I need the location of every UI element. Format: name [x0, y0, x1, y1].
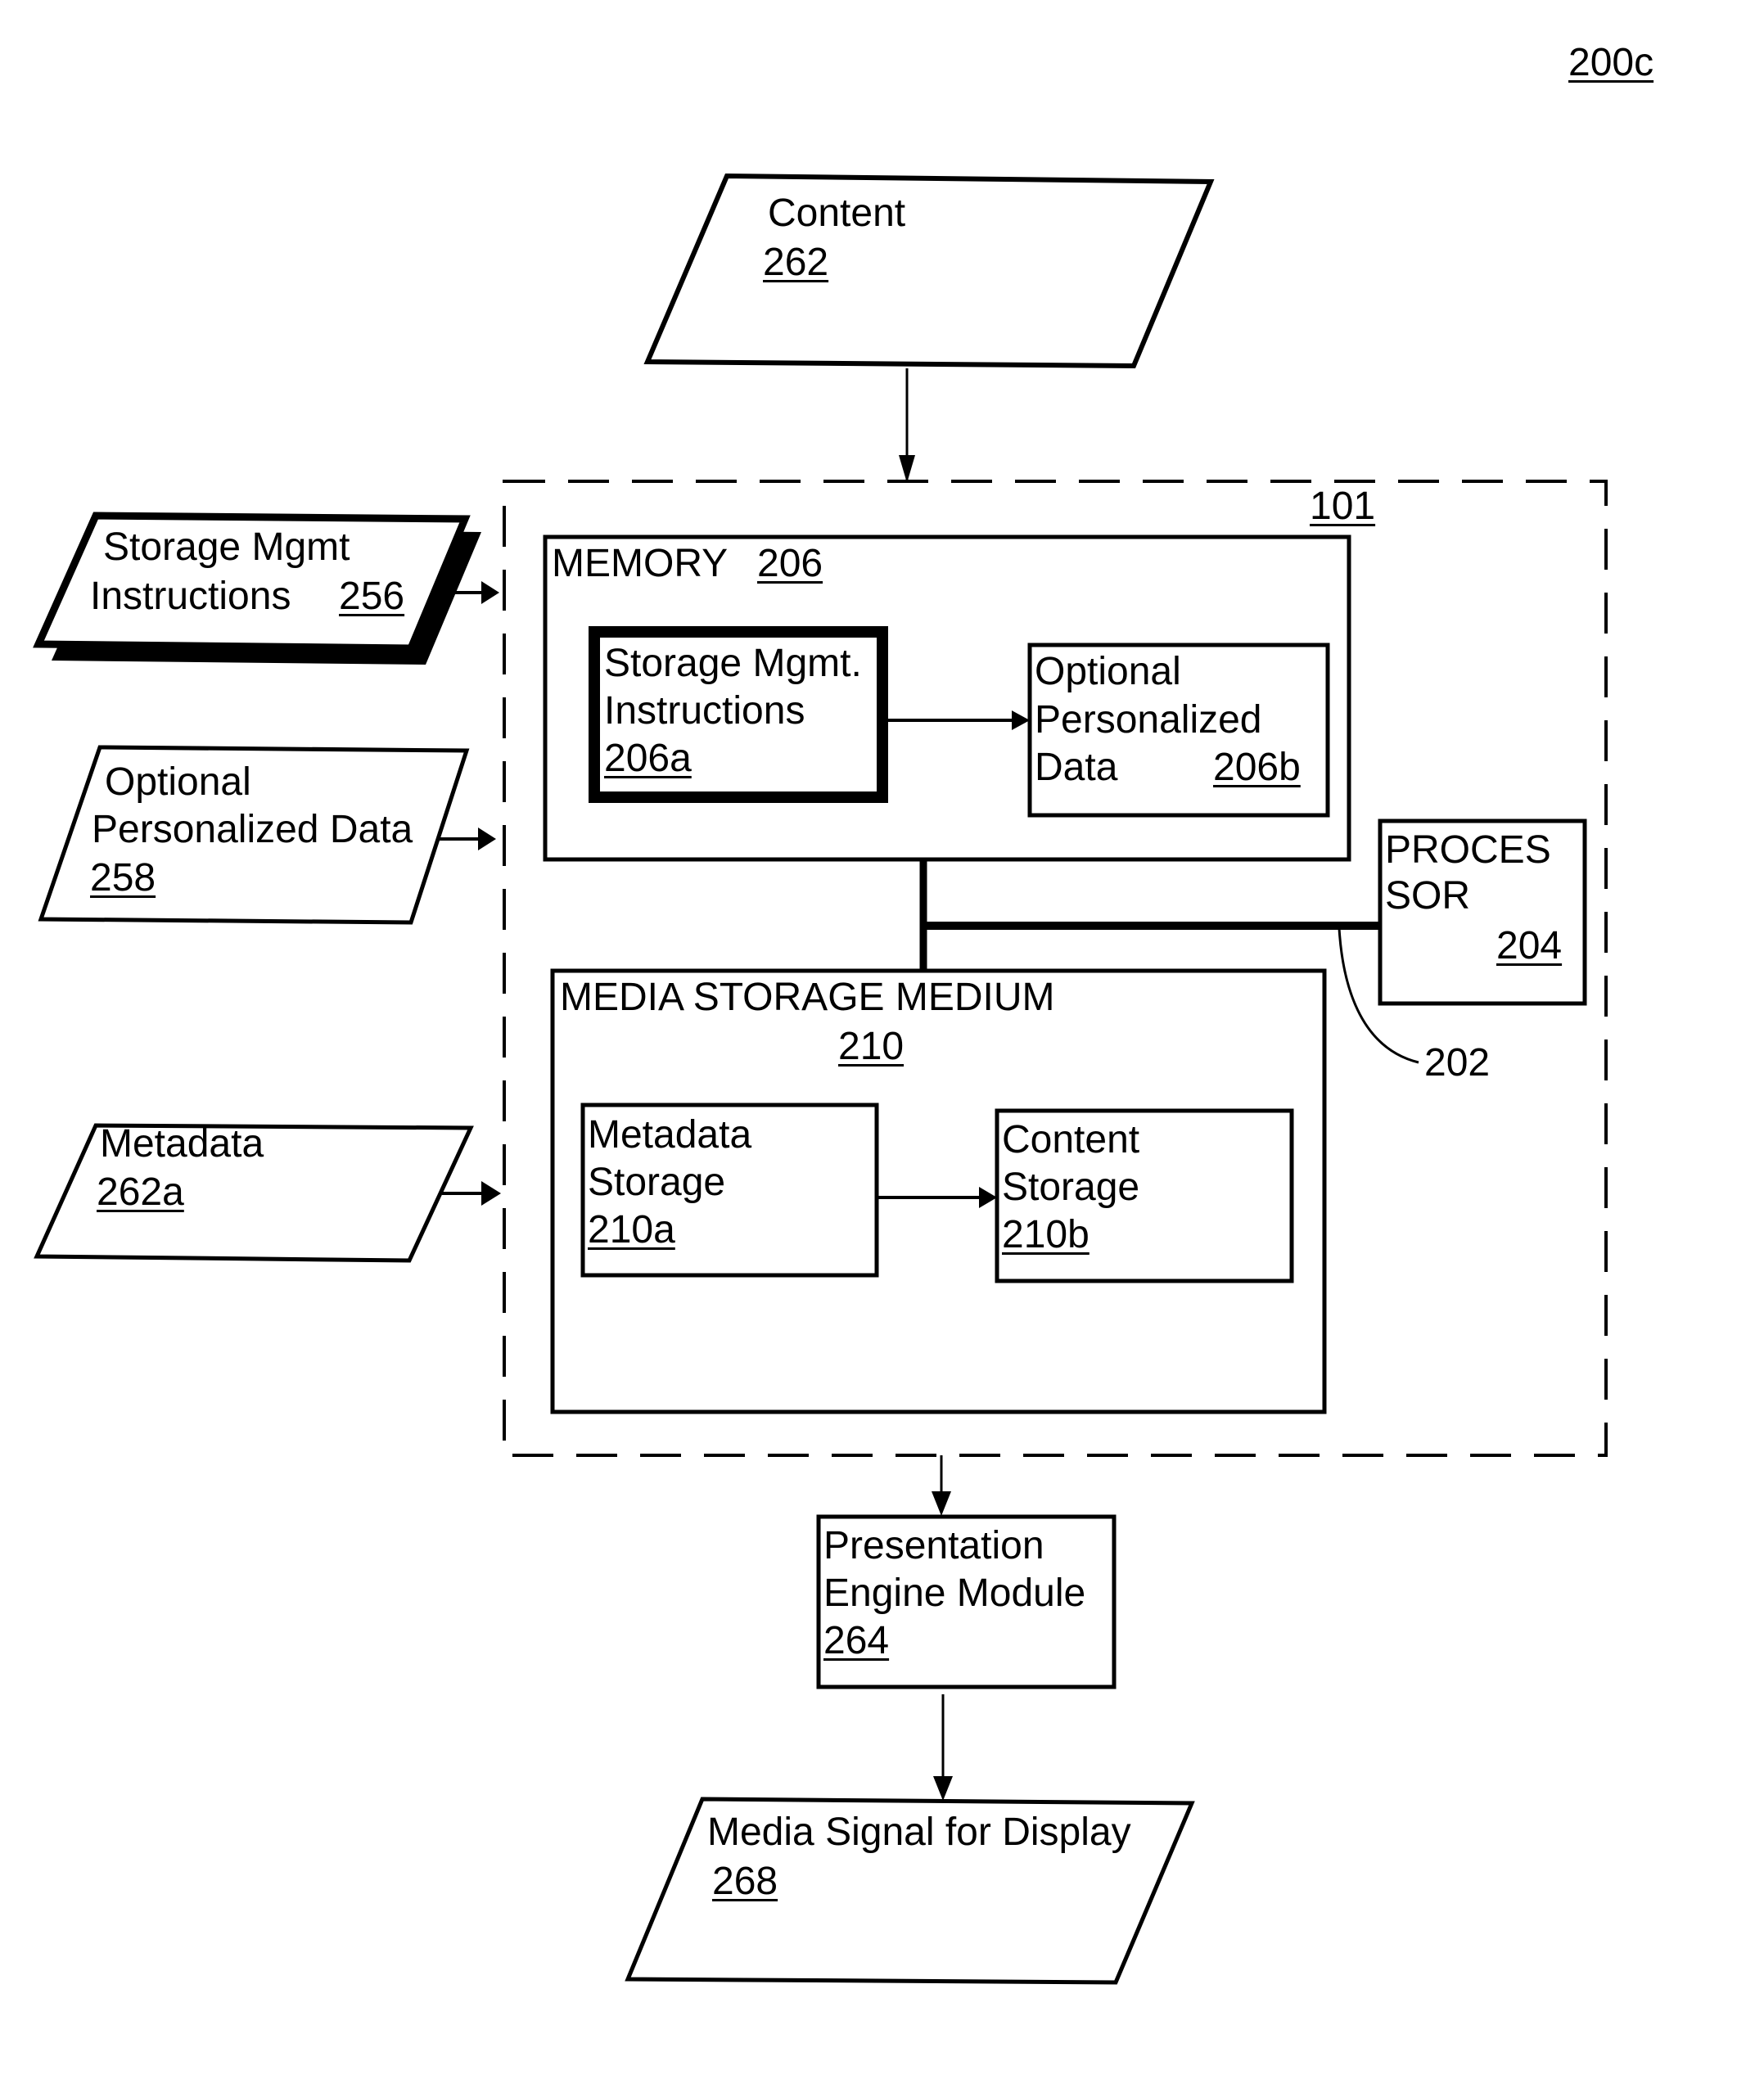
bus-ref: 202: [1424, 1041, 1491, 1085]
presentation-engine-line2: Engine Module: [823, 1572, 1086, 1615]
content-storage-line2: Storage: [1002, 1166, 1140, 1209]
metadata-storage-ref: 210a: [588, 1208, 675, 1251]
media-storage-medium-ref: 210: [838, 1025, 905, 1068]
content-storage-line1: Content: [1002, 1118, 1140, 1161]
storage-mgmt-input-ref: 256: [339, 575, 405, 618]
optional-data-input-line1: Optional: [105, 760, 251, 804]
storage-mgmt-instructions-line1: Storage Mgmt.: [604, 642, 862, 685]
memory-title: MEMORY: [552, 542, 729, 585]
media-signal-title: Media Signal for Display: [707, 1811, 1131, 1854]
metadata-input-ref: 262a: [97, 1170, 184, 1214]
media-signal-ref: 268: [712, 1860, 778, 1903]
memory-ref: 206: [757, 542, 823, 585]
media-storage-medium-title: MEDIA STORAGE MEDIUM: [560, 976, 1055, 1019]
processor-line2: SOR: [1385, 874, 1471, 918]
arrowhead-icon: [481, 1181, 501, 1206]
processor-line1: PROCES: [1385, 828, 1551, 872]
optional-personalized-data-line1: Optional: [1035, 650, 1181, 693]
metadata-input-title: Metadata: [100, 1122, 264, 1166]
content-parallelogram: [643, 173, 1215, 369]
presentation-engine-ref: 264: [823, 1619, 890, 1662]
storage-mgmt-input-line2: Instructions: [90, 575, 291, 618]
device-ref: 101: [1310, 485, 1376, 528]
presentation-engine-line1: Presentation: [823, 1524, 1044, 1567]
metadata-storage-line1: Metadata: [588, 1113, 752, 1157]
arrowhead-icon: [932, 1491, 951, 1516]
optional-personalized-data-ref: 206b: [1213, 746, 1301, 789]
content-ref: 262: [763, 241, 829, 284]
optional-personalized-data-line3: Data: [1035, 746, 1118, 789]
storage-mgmt-instructions-line2: Instructions: [604, 689, 805, 733]
optional-personalized-data-line2: Personalized: [1035, 698, 1262, 742]
arrowhead-icon: [478, 828, 496, 850]
processor-ref: 204: [1496, 924, 1563, 967]
optional-data-input-ref: 258: [90, 856, 156, 900]
optional-data-input-line2: Personalized Data: [92, 808, 413, 851]
arrowhead-icon: [933, 1776, 953, 1801]
arrowhead-icon: [481, 581, 499, 604]
storage-mgmt-input-line1: Storage Mgmt: [103, 525, 350, 569]
storage-mgmt-instructions-ref: 206a: [604, 737, 692, 780]
metadata-storage-line2: Storage: [588, 1161, 726, 1204]
content-storage-ref: 210b: [1002, 1213, 1090, 1256]
content-title: Content: [768, 192, 906, 235]
figure-label: 200c: [1568, 41, 1654, 84]
arrowhead-icon: [899, 455, 915, 483]
